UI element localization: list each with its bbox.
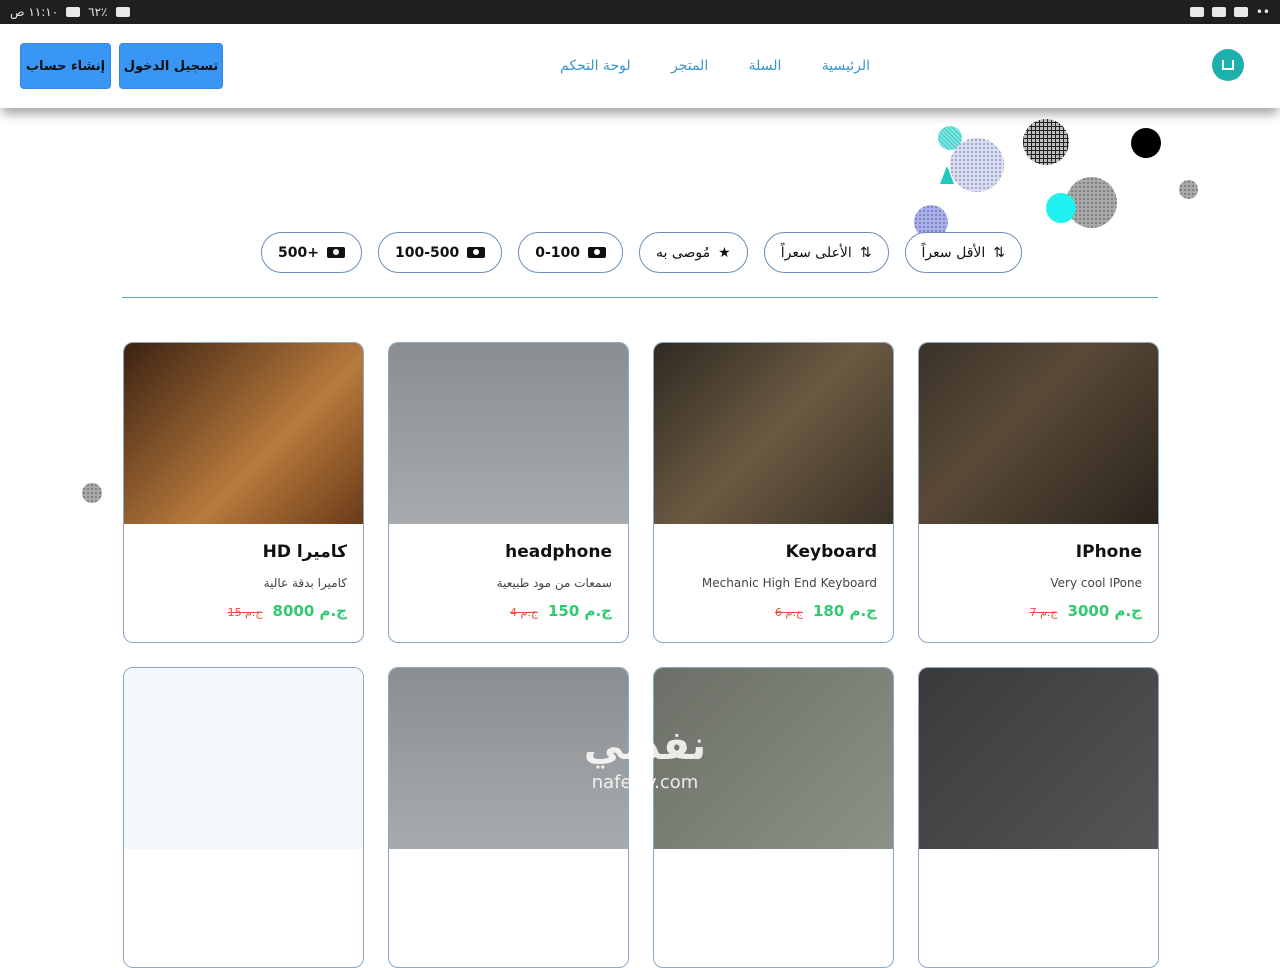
product-description: Mechanic High End Keyboard (701, 576, 877, 590)
product-old-price: ج.م 15 (227, 606, 263, 619)
decor-triangle (940, 166, 954, 184)
filter-price-0-100[interactable]: 0-100 (518, 232, 624, 273)
status-left: ١١:١٠ ص ٦٢٪ (10, 5, 130, 19)
filter-highest-price[interactable]: ⇅ الأعلى سعراً (763, 232, 889, 273)
product-description: Very cool IPone (1050, 576, 1142, 590)
filter-label: الأقل سعراً (921, 244, 986, 261)
product-title: headphone (505, 542, 612, 562)
decor-circle (82, 483, 102, 503)
status-right: •• (1189, 5, 1270, 19)
youtube-icon (1211, 7, 1226, 17)
product-card[interactable]: كاميرا HD كاميرا بدقة عالية ج.م 8000 ج.م … (123, 342, 364, 643)
filter-label: 100-500 (394, 244, 460, 261)
filter-label: الأعلى سعراً (780, 244, 852, 261)
nav-link-home[interactable]: الرئيسية (822, 58, 870, 74)
filter-price-500-plus[interactable]: +500 (261, 232, 362, 273)
cash-icon (467, 247, 486, 258)
filter-lowest-price[interactable]: ⇅ الأقل سعراً (904, 232, 1022, 273)
product-card[interactable] (123, 667, 364, 968)
main-nav: الرئيسية السلة المتجر لوحة التحكم (560, 24, 870, 108)
product-image (919, 343, 1158, 524)
store-logo-icon[interactable] (1212, 49, 1244, 81)
filter-label: مُوصى به (656, 244, 711, 261)
product-old-price: ج.م 4 (510, 606, 538, 619)
product-price: ج.م 150 (547, 602, 612, 620)
product-grid: IPhone Very cool IPone ج.م 3000 ج.م 7 Key… (121, 342, 1159, 968)
star-icon: ★ (718, 244, 731, 261)
product-description: كاميرا بدقة عالية (263, 576, 347, 590)
product-price: ج.م 3000 (1067, 602, 1142, 620)
watermark-subtext: nafezly.com (591, 772, 699, 793)
product-card[interactable] (918, 667, 1159, 968)
decor-circle (1131, 128, 1161, 158)
nav-link-cart[interactable]: السلة (749, 58, 782, 74)
decor-circle (950, 138, 1004, 192)
system-status-bar: ١١:١٠ ص ٦٢٪ •• (0, 0, 1280, 24)
watermark-logo: نفذلي nafezly.com (560, 718, 730, 798)
filter-recommended[interactable]: ★ مُوصى به (639, 232, 748, 273)
product-image (389, 343, 628, 524)
product-card[interactable] (653, 667, 894, 968)
product-title: كاميرا HD (262, 542, 347, 562)
product-old-price: ج.م 6 (775, 606, 803, 619)
status-time: ١١:١٠ ص (10, 5, 59, 19)
product-title: Keyboard (785, 542, 877, 562)
filter-bar: ⇅ الأقل سعراً ⇅ الأعلى سعراً ★ مُوصى به … (258, 232, 1022, 274)
filter-label: 0-100 (535, 244, 581, 261)
decor-circle (1046, 193, 1076, 223)
product-price: ج.م 180 (812, 602, 877, 620)
top-navbar: إنشاء حساب تسجيل الدخول الرئيسية السلة ا… (0, 24, 1280, 108)
decor-circle (1023, 119, 1069, 165)
product-card[interactable]: IPhone Very cool IPone ج.م 3000 ج.م 7 (918, 342, 1159, 643)
product-image (919, 668, 1158, 849)
register-button[interactable]: إنشاء حساب (20, 43, 111, 89)
decor-circle (1179, 180, 1198, 199)
watermark-text: نفذلي (583, 723, 707, 769)
filter-price-100-500[interactable]: 100-500 (377, 232, 503, 273)
product-title: IPhone (1075, 542, 1142, 562)
wifi-icon (115, 7, 130, 17)
status-battery: ٦٢٪ (88, 5, 108, 19)
login-button[interactable]: تسجيل الدخول (119, 43, 223, 89)
sort-descending-icon: ⇅ (859, 244, 872, 261)
product-image (654, 343, 893, 524)
nav-link-dashboard[interactable]: لوحة التحكم (560, 58, 631, 74)
status-dots: •• (1255, 5, 1270, 19)
section-divider (122, 297, 1158, 298)
filter-label: +500 (278, 244, 319, 261)
sort-ascending-icon: ⇅ (993, 244, 1005, 261)
product-card[interactable]: headphone سمعات من مود طبيعية ج.م 150 ج.م… (388, 342, 629, 643)
gallery-icon (1189, 7, 1204, 17)
product-card[interactable] (388, 667, 629, 968)
product-image (124, 343, 363, 524)
product-price: ج.م 8000 (272, 602, 347, 620)
brightness-icon (1233, 7, 1248, 17)
nav-link-store[interactable]: المتجر (671, 58, 708, 74)
product-image (124, 668, 363, 849)
product-card[interactable]: Keyboard Mechanic High End Keyboard ج.م … (653, 342, 894, 643)
product-old-price: ج.م 7 (1029, 606, 1058, 619)
cash-icon (326, 247, 345, 258)
battery-icon (66, 7, 81, 17)
cash-icon (588, 247, 607, 258)
product-description: سمعات من مود طبيعية (496, 576, 612, 590)
